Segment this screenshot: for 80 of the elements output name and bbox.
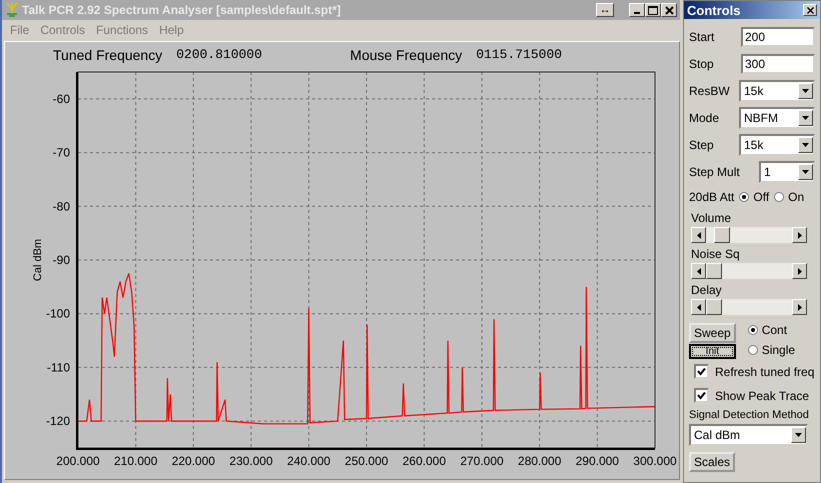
y-tick-label: -80: [52, 199, 70, 214]
x-tick-label: 250.000: [344, 454, 388, 468]
x-tick-label: 200.000: [56, 454, 100, 468]
radio-button[interactable]: Cont: [748, 323, 796, 337]
dropdown[interactable]: 1: [759, 160, 815, 182]
slider[interactable]: [691, 227, 807, 243]
caret-icon: [802, 142, 809, 146]
arrow-left-icon[interactable]: [696, 232, 700, 238]
x-tick-label: 280.000: [518, 454, 562, 468]
caret-icon: [795, 433, 802, 437]
readout-value: 0200.810000: [176, 47, 262, 63]
y-axis-title: Cal dBm: [32, 238, 44, 282]
y-tick-label: -70: [52, 146, 70, 160]
x-tick-label: 300.000: [633, 454, 677, 468]
caret-icon: [802, 88, 809, 92]
field-label: Signal Detection Method: [689, 409, 810, 421]
maximize-button[interactable]: [645, 3, 661, 17]
field-label: 20dB Att: [689, 190, 734, 204]
field-label: Mode: [689, 110, 720, 124]
slider-thumb[interactable]: [706, 263, 722, 279]
slider[interactable]: [691, 299, 807, 315]
panel-title: Controls: [687, 2, 740, 18]
x-tick-label: 240.000: [287, 454, 330, 468]
readout-value: 0115.715000: [476, 47, 562, 63]
x-tick-label: 260.000: [402, 454, 446, 468]
radio-button[interactable]: Off: [739, 190, 770, 204]
arrow-right-icon[interactable]: [798, 268, 802, 274]
slider-thumb[interactable]: [714, 227, 730, 243]
close-icon: [664, 6, 674, 14]
field-label: ResBW: [689, 84, 730, 98]
window-title: Talk PCR 2.92 Spectrum Analyser [samples\default.spt*]: [22, 3, 342, 17]
readout-label: Tuned Frequency: [53, 47, 162, 63]
close-icon: [806, 6, 814, 14]
close-button[interactable]: [803, 4, 817, 16]
dropdown[interactable]: Cal dBm: [689, 424, 808, 446]
slider-label: Noise Sq: [690, 247, 741, 261]
maximize-icon: [648, 6, 658, 14]
input-field[interactable]: 200: [741, 26, 815, 46]
field-label: Stop: [689, 56, 714, 70]
caret-icon: [802, 170, 809, 174]
x-tick-label: 230.000: [229, 454, 273, 468]
init-button[interactable]: Init: [689, 344, 736, 359]
arrow-left-icon[interactable]: [696, 268, 700, 274]
x-tick-label: 290.000: [576, 454, 619, 468]
arrow-right-icon[interactable]: [798, 232, 802, 238]
slider-label: Volume: [690, 211, 732, 225]
field-label: Step: [689, 138, 714, 152]
x-tick-label: 220.000: [172, 454, 216, 468]
y-tick-label: -120: [46, 414, 70, 428]
antenna-icon: [5, 2, 19, 18]
radio-button[interactable]: On: [774, 190, 804, 204]
readout-label: Mouse Frequency: [350, 47, 462, 63]
slider[interactable]: [691, 263, 807, 279]
dropdown[interactable]: 15k: [739, 134, 815, 156]
minimize-button[interactable]: [629, 3, 645, 17]
field-label: Start: [689, 30, 714, 44]
resize-button[interactable]: ↔: [596, 3, 614, 17]
close-button[interactable]: [661, 3, 677, 17]
scales-button[interactable]: Scales: [689, 452, 736, 472]
input-field[interactable]: 300: [741, 54, 815, 74]
arrow-right-icon[interactable]: [798, 304, 802, 310]
checkbox[interactable]: Refresh tuned freq: [694, 364, 815, 379]
caret-icon: [802, 116, 809, 120]
y-tick-label: -60: [52, 92, 70, 106]
dropdown[interactable]: NBFM: [739, 106, 815, 128]
checkmark-icon: [697, 367, 706, 376]
sweep-button[interactable]: Sweep: [689, 323, 736, 343]
checkmark-icon: [697, 391, 706, 400]
slider-label: Delay: [690, 283, 723, 297]
y-tick-label: -110: [46, 360, 70, 374]
dropdown[interactable]: 15k: [739, 80, 815, 102]
x-tick-label: 270.000: [460, 454, 504, 468]
x-tick-label: 210.000: [114, 454, 158, 468]
arrow-left-icon[interactable]: [696, 304, 700, 310]
field-label: Step Mult: [689, 164, 740, 178]
radio-button[interactable]: Single: [748, 343, 796, 357]
checkbox[interactable]: Show Peak Trace: [694, 388, 815, 403]
slider-thumb[interactable]: [706, 299, 722, 315]
y-tick-label: -90: [52, 253, 70, 267]
y-tick-label: -100: [46, 306, 70, 321]
